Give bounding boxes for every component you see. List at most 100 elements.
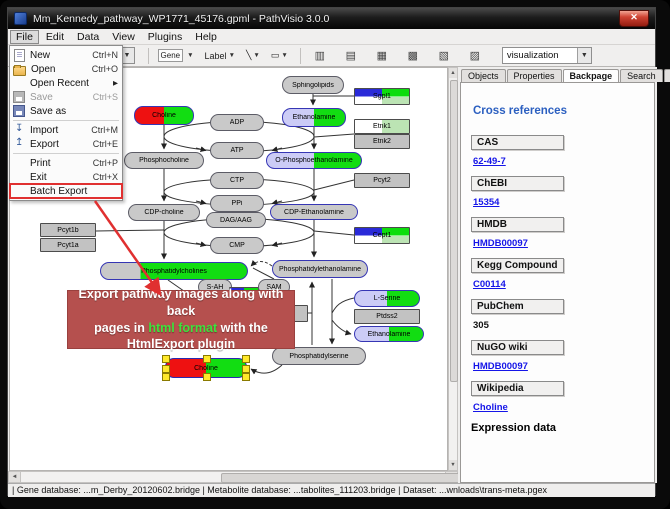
horizontal-scroll-thumb[interactable] xyxy=(221,473,461,483)
align-center-x-icon[interactable]: ▥ xyxy=(306,47,334,65)
node-cmp[interactable]: CMP xyxy=(210,237,264,254)
node-adp[interactable]: ADP xyxy=(210,114,264,131)
node-phosphatidylethanolamine[interactable]: Phosphatidylethanolamine xyxy=(272,260,368,278)
selection-handle[interactable] xyxy=(203,373,211,381)
gene-box-etnk2[interactable]: Etnk2 xyxy=(354,134,410,149)
node-label: Choline xyxy=(152,112,176,119)
align-center-y-icon[interactable]: ▤ xyxy=(337,47,365,65)
common-width-icon[interactable]: ▧ xyxy=(430,47,458,65)
node-choline-selected[interactable]: Choline xyxy=(165,358,247,378)
node-cdp-ethanolamine[interactable]: CDP-Ethanolamine xyxy=(270,204,358,220)
node-sphingolipids[interactable]: Sphingolipids xyxy=(282,76,344,94)
tab-search[interactable]: Search xyxy=(620,69,663,82)
canvas-vertical-scrollbar[interactable]: ▲ ▼ xyxy=(448,67,458,471)
gene-box-pcyt2[interactable]: Pcyt2 xyxy=(354,173,410,188)
node-l-serine[interactable]: L-Serine xyxy=(354,290,420,307)
gene-box-cept1[interactable]: Cept1 xyxy=(354,227,410,244)
file-menu: NewCtrl+NOpenCtrl+OOpen Recent▶SaveCtrl+… xyxy=(9,45,123,201)
canvas-horizontal-scrollbar[interactable]: ◄ ► xyxy=(8,471,458,483)
node-label: O-Phosphoethanolamine xyxy=(275,157,352,164)
node-cdp-choline[interactable]: CDP-choline xyxy=(128,204,200,221)
node-ethanolamine-bottom[interactable]: Ethanolamine xyxy=(354,326,424,342)
xref-link[interactable]: C00114 xyxy=(473,279,654,290)
vertical-scroll-thumb[interactable] xyxy=(450,80,458,382)
selection-handle[interactable] xyxy=(242,373,250,381)
tab-backpage[interactable]: Backpage xyxy=(563,69,620,83)
xref-link[interactable]: Choline xyxy=(473,402,654,413)
selection-handle[interactable] xyxy=(242,355,250,363)
distribute-vertical-icon[interactable]: ▩ xyxy=(399,47,427,65)
file-menu-open[interactable]: OpenCtrl+O xyxy=(10,62,122,76)
shape-tool-button[interactable]: ▭▼ xyxy=(267,47,292,65)
open-icon xyxy=(13,66,26,76)
selection-handle[interactable] xyxy=(203,355,211,363)
chevron-down-icon[interactable]: ▼ xyxy=(253,52,259,59)
xref-link[interactable]: 15354 xyxy=(473,197,654,208)
gene-box-etnk1[interactable]: Etnk1 xyxy=(354,119,410,134)
distribute-horizontal-icon[interactable]: ▦ xyxy=(368,47,396,65)
file-menu-batch-export[interactable]: Batch Export xyxy=(10,184,122,198)
xref-link[interactable]: HMDB00097 xyxy=(473,361,654,372)
gene-box-ptdss2[interactable]: Ptdss2 xyxy=(354,309,420,324)
selection-handle[interactable] xyxy=(242,365,250,373)
file-menu-export[interactable]: ExportCtrl+E xyxy=(10,137,122,151)
selection-handle[interactable] xyxy=(162,365,170,373)
selection-handle[interactable] xyxy=(162,373,170,381)
new-icon xyxy=(14,49,25,62)
file-menu-import[interactable]: ImportCtrl+M xyxy=(10,123,122,137)
gene-tool-button[interactable]: Gene▼ xyxy=(154,47,198,65)
node-label: Phosphatidylethanolamine xyxy=(279,266,361,273)
menu-help[interactable]: Help xyxy=(189,30,223,44)
menu-view[interactable]: View xyxy=(106,30,141,44)
scroll-left-icon[interactable]: ◄ xyxy=(9,472,21,482)
node-label: Etnk1 xyxy=(373,123,391,130)
selection-handle[interactable] xyxy=(162,355,170,363)
gene-box-sgpl1[interactable]: Sgpl1 xyxy=(354,88,410,105)
menu-file[interactable]: File xyxy=(10,30,39,44)
chevron-down-icon[interactable]: ▼ xyxy=(187,52,193,59)
none-icon xyxy=(13,172,25,183)
xref-section-cas: CAS62-49-7 xyxy=(471,135,654,167)
scroll-down-icon[interactable]: ▼ xyxy=(449,460,457,470)
file-menu-save-as[interactable]: Save as xyxy=(10,104,122,118)
file-menu-print[interactable]: PrintCtrl+P xyxy=(10,156,122,170)
node-atp[interactable]: ATP xyxy=(210,142,264,159)
file-menu-exit[interactable]: ExitCtrl+X xyxy=(10,170,122,184)
node-label: Pcyt2 xyxy=(373,177,391,184)
menu-data[interactable]: Data xyxy=(71,30,105,44)
title-bar[interactable]: Mm_Kennedy_pathway_WP1771_45176.gpml - P… xyxy=(8,8,655,29)
gene-box-pcyt1b[interactable]: Pcyt1b xyxy=(40,223,96,237)
gene-box-pcyt1a[interactable]: Pcyt1a xyxy=(40,238,96,252)
chevron-down-icon[interactable]: ▼ xyxy=(229,52,235,59)
node-label: Etnk2 xyxy=(373,138,391,145)
close-button[interactable]: ✕ xyxy=(619,10,649,27)
node-o-phosphoethanolamine[interactable]: O-Phosphoethanolamine xyxy=(266,152,362,169)
node-ethanolamine-top[interactable]: Ethanolamine xyxy=(282,108,346,127)
node-dag-aag[interactable]: DAG/AAG xyxy=(206,212,266,228)
file-menu-open-recent[interactable]: Open Recent▶ xyxy=(10,76,122,90)
menu-plugins[interactable]: Plugins xyxy=(142,30,188,44)
file-menu-save[interactable]: SaveCtrl+S xyxy=(10,90,122,104)
node-choline-top[interactable]: Choline xyxy=(134,106,194,125)
xref-section-wikipedia: WikipediaCholine xyxy=(471,381,654,413)
node-ppi[interactable]: PPi xyxy=(210,195,264,212)
visualization-combobox[interactable]: visualization ▼ xyxy=(502,47,592,64)
node-label: Choline xyxy=(194,365,218,372)
xref-link[interactable]: 62-49-7 xyxy=(473,156,654,167)
xref-link[interactable]: HMDB00097 xyxy=(473,238,654,249)
node-phosphocholine[interactable]: Phosphocholine xyxy=(124,152,204,169)
tab-properties[interactable]: Properties xyxy=(507,69,562,82)
chevron-down-icon[interactable]: ▼ xyxy=(281,52,287,59)
node-phosphatidylcholines[interactable]: Phosphatidylcholines xyxy=(100,262,248,280)
line-tool-button[interactable]: ╲▼ xyxy=(242,47,264,65)
tab-legend[interactable]: Legend xyxy=(664,69,670,82)
file-menu-new[interactable]: NewCtrl+N xyxy=(10,48,122,62)
label-tool-button[interactable]: Label▼ xyxy=(201,47,239,65)
menu-edit[interactable]: Edit xyxy=(40,30,70,44)
tab-objects[interactable]: Objects xyxy=(461,69,506,82)
scroll-up-icon[interactable]: ▲ xyxy=(449,68,457,78)
none-icon xyxy=(13,78,25,89)
chevron-down-icon[interactable]: ▼ xyxy=(577,48,591,63)
node-ctp[interactable]: CTP xyxy=(210,172,264,189)
common-height-icon[interactable]: ▨ xyxy=(461,47,489,65)
